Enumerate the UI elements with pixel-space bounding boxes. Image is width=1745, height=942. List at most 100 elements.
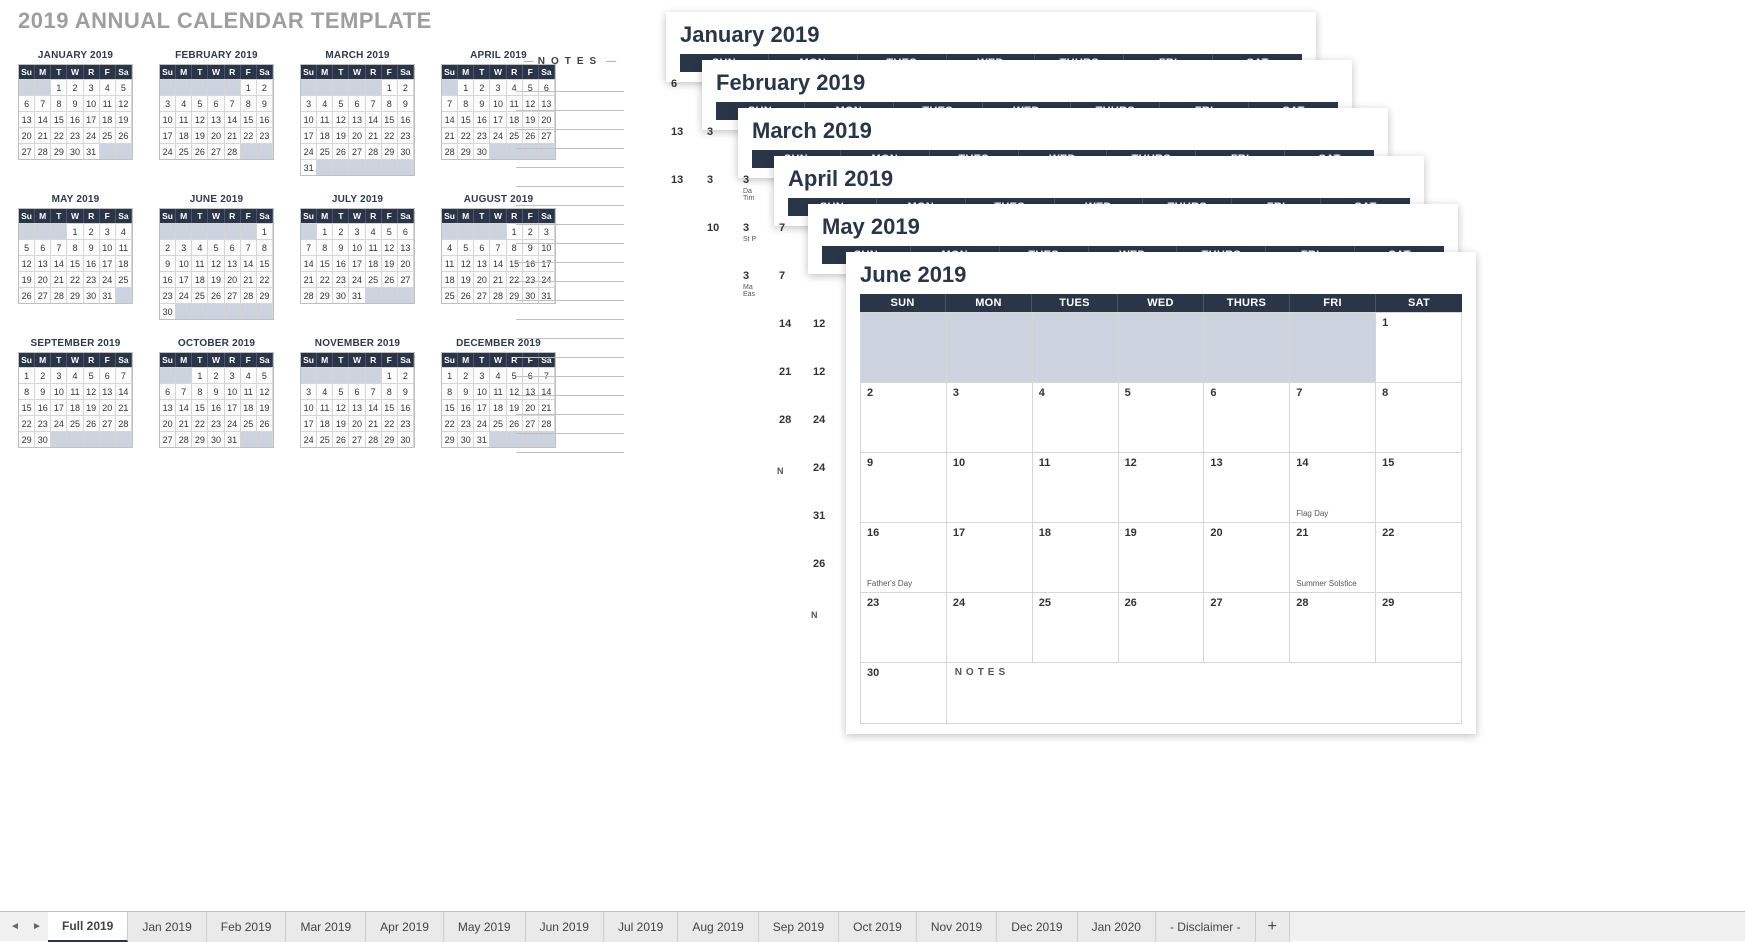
day-cell[interactable]: 25 [1033, 593, 1119, 663]
day-cell[interactable]: 17 [947, 523, 1033, 593]
mini-day-header: M [317, 353, 333, 367]
day-cell[interactable]: 29 [1376, 593, 1462, 663]
note-line[interactable] [516, 396, 624, 415]
note-line[interactable] [516, 263, 624, 282]
note-line[interactable] [516, 320, 624, 339]
sheet-tab[interactable]: Feb 2019 [207, 912, 287, 942]
note-line[interactable] [516, 92, 624, 111]
day-cell[interactable]: 27 [1204, 593, 1290, 663]
partial-day-cell: 13 [665, 122, 699, 170]
day-cell[interactable] [1290, 313, 1376, 383]
mini-day-header: F [382, 65, 398, 79]
note-line[interactable] [516, 168, 624, 187]
day-cell[interactable]: 24 [947, 593, 1033, 663]
note-line[interactable] [516, 149, 624, 168]
day-cell[interactable]: 11 [1033, 453, 1119, 523]
mini-day-cell: 14 [366, 111, 382, 127]
mini-day-header: R [225, 353, 241, 367]
sheet-tab[interactable]: Dec 2019 [997, 912, 1077, 942]
sheet-tab[interactable]: Jun 2019 [526, 912, 604, 942]
day-cell[interactable]: 4 [1033, 383, 1119, 453]
day-cell[interactable]: 26 [1119, 593, 1205, 663]
sheet-tab[interactable]: Jul 2019 [604, 912, 678, 942]
mini-day-cell: 2 [458, 367, 474, 383]
mini-day-cell [398, 287, 414, 303]
day-cell[interactable]: 8 [1376, 383, 1462, 453]
mini-day-cell: 25 [490, 415, 506, 431]
sheet-tab[interactable]: May 2019 [444, 912, 526, 942]
day-header: THURS [1204, 294, 1290, 312]
day-cell[interactable]: 20 [1204, 523, 1290, 593]
mini-day-cell: 3 [349, 223, 365, 239]
mini-day-cell: 12 [192, 111, 208, 127]
day-cell[interactable]: 16Father's Day [861, 523, 947, 593]
sheet-tab[interactable]: Nov 2019 [917, 912, 997, 942]
note-line[interactable] [516, 187, 624, 206]
day-cell[interactable]: 3 [947, 383, 1033, 453]
sheet-tab[interactable]: Full 2019 [48, 912, 128, 942]
sheet-tab[interactable]: - Disclaimer - [1156, 912, 1256, 942]
day-cell[interactable]: 15 [1376, 453, 1462, 523]
day-cell[interactable]: 7 [1290, 383, 1376, 453]
note-line[interactable] [516, 301, 624, 320]
day-cell[interactable]: 6 [1204, 383, 1290, 453]
day-cell[interactable]: 14Flag Day [1290, 453, 1376, 523]
note-line[interactable] [516, 282, 624, 301]
note-line[interactable] [516, 434, 624, 453]
day-cell[interactable]: 19 [1119, 523, 1205, 593]
sheet-tab[interactable]: Oct 2019 [839, 912, 917, 942]
day-cell[interactable]: 9 [861, 453, 947, 523]
note-line[interactable] [516, 206, 624, 225]
day-cell[interactable]: 22 [1376, 523, 1462, 593]
note-line[interactable] [516, 225, 624, 244]
day-cell[interactable]: 1 [1376, 313, 1462, 383]
mini-day-cell: 18 [442, 271, 458, 287]
day-cell[interactable]: 30 [861, 663, 947, 723]
mini-day-cell: 30 [398, 143, 414, 159]
day-cell[interactable]: 13 [1204, 453, 1290, 523]
sheet-tab[interactable]: Jan 2020 [1078, 912, 1156, 942]
mini-day-cell [67, 431, 83, 447]
day-cell[interactable] [947, 313, 1033, 383]
sheet-tab[interactable]: Aug 2019 [678, 912, 758, 942]
day-cell[interactable] [861, 313, 947, 383]
partial-day-cell: 31 [807, 506, 841, 554]
note-line[interactable] [516, 415, 624, 434]
sheet-tab[interactable]: Sep 2019 [759, 912, 839, 942]
sheet-tab[interactable]: Apr 2019 [366, 912, 444, 942]
day-cell[interactable] [1204, 313, 1290, 383]
tab-nav-next[interactable]: ► [26, 916, 48, 938]
mini-day-cell: 13 [19, 111, 35, 127]
mini-day-cell: 1 [192, 367, 208, 383]
day-cell[interactable]: 28 [1290, 593, 1376, 663]
day-cell[interactable]: 10 [947, 453, 1033, 523]
day-cell[interactable]: 21Summer Solstice [1290, 523, 1376, 593]
day-cell[interactable]: 12 [1119, 453, 1205, 523]
day-cell[interactable]: 23 [861, 593, 947, 663]
note-line[interactable] [516, 377, 624, 396]
mini-day-cell: 5 [257, 367, 273, 383]
day-cell[interactable]: 18 [1033, 523, 1119, 593]
mini-day-cell [366, 287, 382, 303]
note-line[interactable] [516, 130, 624, 149]
day-cell[interactable]: 2 [861, 383, 947, 453]
note-line[interactable] [516, 339, 624, 358]
mini-day-cell: 21 [442, 127, 458, 143]
mini-day-cell: 24 [176, 287, 192, 303]
note-line[interactable] [516, 244, 624, 263]
sheet-tab[interactable]: Jan 2019 [128, 912, 206, 942]
day-cell[interactable] [1119, 313, 1205, 383]
note-line[interactable] [516, 358, 624, 377]
note-line[interactable] [516, 111, 624, 130]
mini-day-header: Sa [116, 65, 132, 79]
mini-day-header: W [67, 65, 83, 79]
sheet-tab[interactable]: Mar 2019 [286, 912, 366, 942]
mini-day-cell: 29 [67, 287, 83, 303]
mini-day-cell: 7 [116, 367, 132, 383]
day-cell[interactable] [1033, 313, 1119, 383]
add-tab-button[interactable]: + [1256, 912, 1290, 942]
tab-nav-prev[interactable]: ◄ [4, 916, 26, 938]
day-cell[interactable]: 5 [1119, 383, 1205, 453]
mini-day-cell: 15 [19, 399, 35, 415]
note-line[interactable] [516, 73, 624, 92]
